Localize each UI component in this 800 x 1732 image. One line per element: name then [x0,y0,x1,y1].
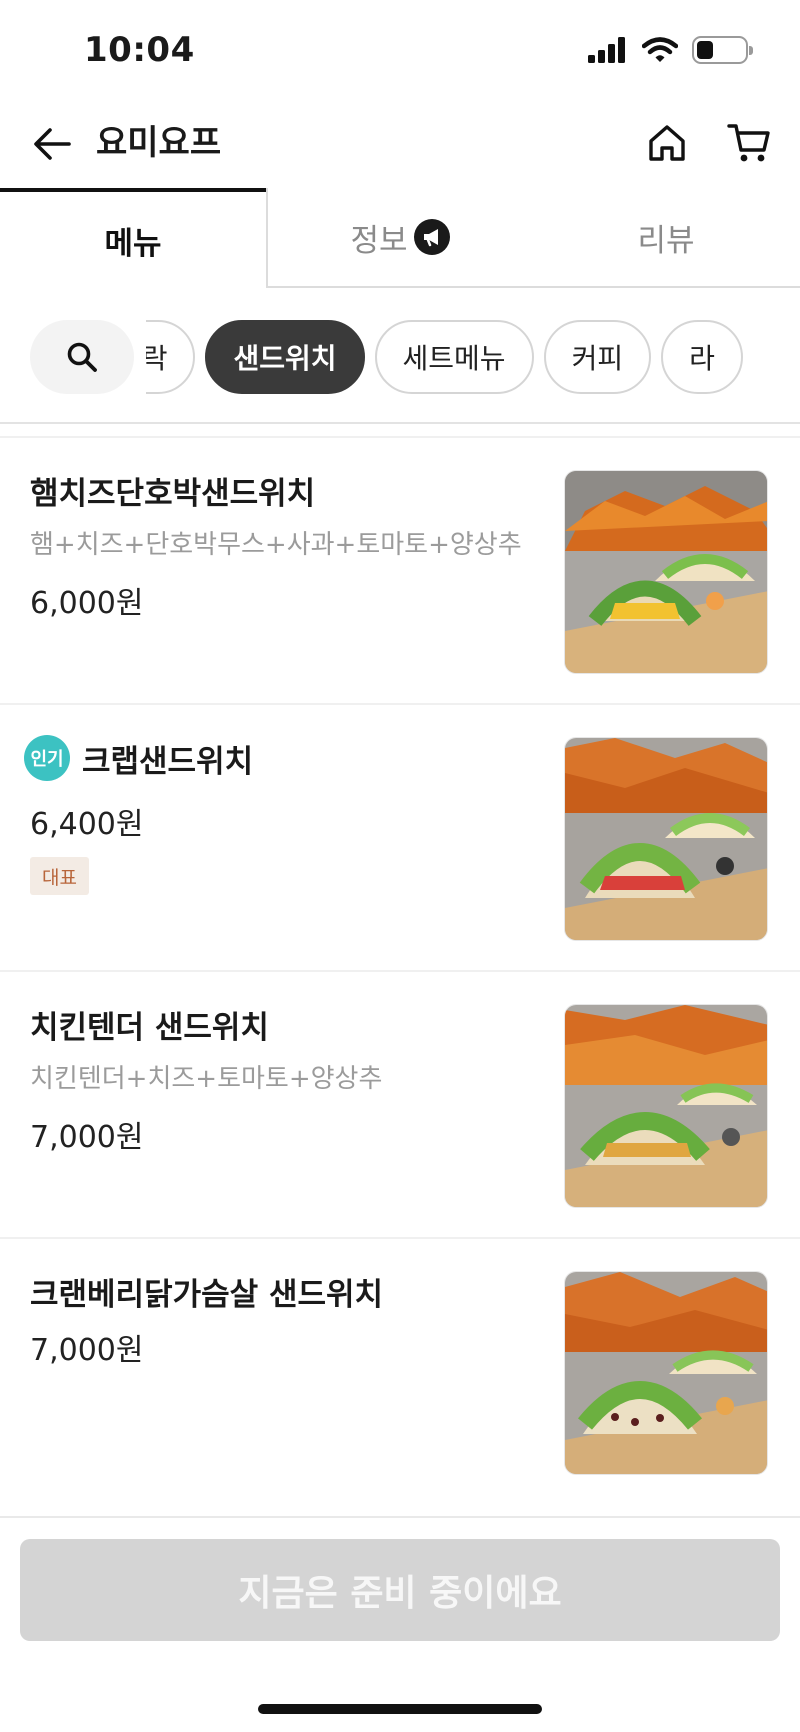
signal-icon [588,37,625,63]
menu-item-price: 6,000원 [30,586,144,621]
menu-item-photo [564,737,768,941]
megaphone-icon [413,219,450,255]
tab-info-label: 정보 [350,222,408,259]
category-chip-label: 커피 [571,342,624,375]
app-header: 요미요프 [0,100,800,190]
cart-icon [727,124,770,162]
category-chip-label: 세트메뉴 [402,342,506,375]
status-bar: 10:04 [0,0,800,100]
home-button[interactable] [642,118,692,168]
menu-item[interactable]: 인기 크랩샌드위치 6,400원 대표 [0,703,800,970]
category-chip-label: 샌드위치 [233,342,337,375]
menu-item-price: 6,400원 [30,807,144,842]
tab-info[interactable]: 정보 [266,188,532,288]
menu-list: 햄치즈단호박샌드위치 햄+치즈+단호박무스+사과+토마토+양상추 6,000원 [0,436,800,1504]
menu-item-photo [564,1271,768,1475]
category-chip-label: 샐러드 도시락 [146,342,168,375]
menu-item[interactable]: 햄치즈단호박샌드위치 햄+치즈+단호박무스+사과+토마토+양상추 6,000원 [0,436,800,703]
battery-fill [697,41,713,59]
menu-item-price: 7,000원 [30,1333,144,1368]
tab-menu-label: 메뉴 [104,225,162,262]
status-icons [588,36,753,64]
wifi-icon [642,37,678,62]
divider [0,1516,800,1518]
menu-item-description: 햄+치즈+단호박무스+사과+토마토+양상추 [30,530,522,560]
home-icon [649,125,685,161]
divider [0,422,800,424]
tab-review[interactable]: 리뷰 [532,188,800,288]
menu-item-description: 치킨텐더+치즈+토마토+양상추 [30,1064,383,1094]
order-button-disabled[interactable]: 지금은 준비 중이에요 [20,1539,780,1641]
category-chip-label: 라 [689,342,715,375]
menu-item-name: 크랩샌드위치 [82,743,254,780]
category-chip-track: 샐러드 도시락 샌드위치 세트메뉴 커피 라 [146,320,743,394]
cart-button[interactable] [722,118,776,168]
menu-item-price: 7,000원 [30,1120,144,1155]
menu-item[interactable]: 치킨텐더 샌드위치 치킨텐더+치즈+토마토+양상추 7,000원 [0,970,800,1237]
status-time: 10:04 [84,30,195,70]
menu-item-name: 크랜베리닭가슴살 샌드위치 [30,1277,384,1313]
tab-review-label: 리뷰 [637,222,695,259]
menu-item[interactable]: 크랜베리닭가슴살 샌드위치 7,000원 [0,1237,800,1504]
menu-item-title-row: 인기 크랩샌드위치 [24,735,253,781]
category-chip-sandwich[interactable]: 샌드위치 [205,320,365,394]
battery-icon [692,36,753,64]
category-chip-partial[interactable]: 라 [661,320,743,394]
menu-item-photo [564,470,768,674]
back-button[interactable] [28,120,76,168]
category-chip-set-menu[interactable]: 세트메뉴 [374,320,534,394]
store-menu-page: 10:04 요미요프 메뉴 정보 리뷰 락 샌드위치 세트메뉴 커피 라 햄치즈… [0,0,800,1732]
home-indicator [258,1704,542,1714]
battery-cap [749,46,753,55]
store-tabs: 메뉴 정보 리뷰 [0,188,800,288]
signature-tag: 대표 [30,857,89,895]
category-chip-coffee[interactable]: 커피 [543,320,652,394]
menu-item-photo [564,1004,768,1208]
category-chip-salad-lunchbox[interactable]: 샐러드 도시락 [146,320,196,394]
tab-menu[interactable]: 메뉴 [0,188,266,288]
popular-badge: 인기 [24,735,70,781]
menu-item-name: 치킨텐더 샌드위치 [30,1010,269,1046]
menu-item-name: 햄치즈단호박샌드위치 [30,476,316,512]
search-button[interactable] [30,320,134,394]
category-chip-scroll[interactable]: 샐러드 도시락 샌드위치 세트메뉴 커피 라 [146,318,800,396]
category-filter: 샐러드 도시락 샌드위치 세트메뉴 커피 라 [0,318,800,396]
arrow-left-icon [34,128,71,160]
search-icon [67,342,97,372]
store-title: 요미요프 [96,123,222,163]
